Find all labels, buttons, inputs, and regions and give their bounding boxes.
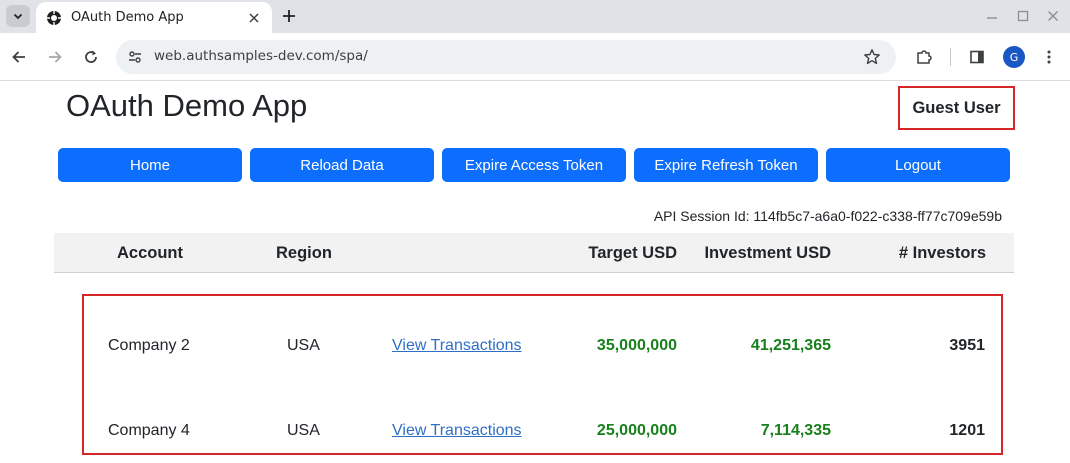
header-target-usd: Target USD — [588, 244, 677, 262]
browser-tab-active[interactable]: OAuth Demo App — [36, 2, 272, 33]
profile-avatar[interactable]: G — [1003, 46, 1025, 68]
tab-title: OAuth Demo App — [71, 10, 184, 25]
refresh-icon — [85, 50, 97, 63]
cell-region: USA — [287, 337, 320, 354]
tab-close-icon[interactable] — [246, 10, 262, 26]
home-button[interactable]: Home — [58, 148, 242, 182]
cell-investors: 3951 — [949, 337, 985, 354]
bookmark-star-icon[interactable] — [862, 47, 882, 67]
page-title: OAuth Demo App — [66, 88, 308, 123]
side-panel-button[interactable] — [965, 45, 989, 69]
table-header: Account Region Target USD Investment USD… — [54, 233, 1014, 273]
cell-target-usd: 35,000,000 — [596, 337, 677, 354]
browser-menu-button[interactable] — [1037, 45, 1061, 69]
maximize-window-button[interactable] — [1015, 8, 1031, 24]
app-favicon-icon — [46, 10, 62, 26]
browser-toolbar: web.authsamples-dev.com/spa/ G — [0, 33, 1070, 81]
expire-refresh-token-button[interactable]: Expire Refresh Token — [634, 148, 818, 182]
minimize-window-button[interactable] — [984, 8, 1000, 24]
reload-data-button[interactable]: Reload Data — [250, 148, 434, 182]
forward-arrow-icon — [49, 51, 62, 63]
minimize-icon — [987, 17, 997, 19]
view-transactions-link[interactable]: View Transactions — [392, 422, 522, 440]
close-window-button[interactable] — [1045, 8, 1061, 24]
cell-account: Company 2 — [108, 337, 190, 354]
back-arrow-icon — [12, 51, 25, 63]
user-name-label: Guest User — [912, 98, 1001, 117]
cell-account: Company 4 — [108, 422, 190, 439]
close-icon — [1048, 11, 1058, 21]
cell-investment-usd: 41,251,365 — [750, 337, 831, 354]
address-bar[interactable]: web.authsamples-dev.com/spa/ — [116, 40, 896, 74]
back-button[interactable] — [7, 45, 31, 69]
logout-button[interactable]: Logout — [826, 148, 1010, 182]
kebab-menu-icon — [1047, 50, 1051, 64]
new-tab-button[interactable] — [277, 4, 301, 28]
header-region: Region — [276, 244, 332, 262]
extensions-button[interactable] — [912, 45, 936, 69]
table-body: Company 2 USA View Transactions 35,000,0… — [82, 294, 1003, 455]
chevron-down-icon — [13, 13, 23, 20]
side-panel-icon — [970, 50, 984, 64]
expire-access-token-button[interactable]: Expire Access Token — [442, 148, 626, 182]
api-session-id: API Session Id: 114fb5c7-a6a0-f022-c338-… — [653, 208, 1002, 224]
header-investment-usd: Investment USD — [704, 244, 831, 262]
toolbar-divider — [950, 48, 951, 66]
table-row: Company 4 USA View Transactions 25,000,0… — [84, 412, 1001, 452]
tab-search-button[interactable] — [6, 5, 30, 27]
site-info-icon[interactable] — [124, 46, 146, 68]
browser-tabstrip: OAuth Demo App — [0, 0, 1070, 33]
header-investors: # Investors — [898, 244, 986, 262]
view-transactions-link[interactable]: View Transactions — [392, 337, 522, 355]
table-row: Company 2 USA View Transactions 35,000,0… — [84, 327, 1001, 367]
forward-button[interactable] — [43, 45, 67, 69]
user-info-box: Guest User — [898, 86, 1015, 130]
cell-investment-usd: 7,114,335 — [760, 422, 831, 439]
plus-icon — [283, 10, 295, 22]
maximize-icon — [1017, 10, 1029, 22]
page-content: OAuth Demo App Guest User Home Reload Da… — [0, 82, 1070, 463]
puzzle-icon — [917, 50, 932, 64]
reload-page-button[interactable] — [79, 45, 103, 69]
cell-region: USA — [287, 422, 320, 439]
header-account: Account — [117, 244, 183, 262]
cell-target-usd: 25,000,000 — [596, 422, 677, 439]
cell-investors: 1201 — [949, 422, 985, 439]
address-url: web.authsamples-dev.com/spa/ — [154, 48, 368, 64]
